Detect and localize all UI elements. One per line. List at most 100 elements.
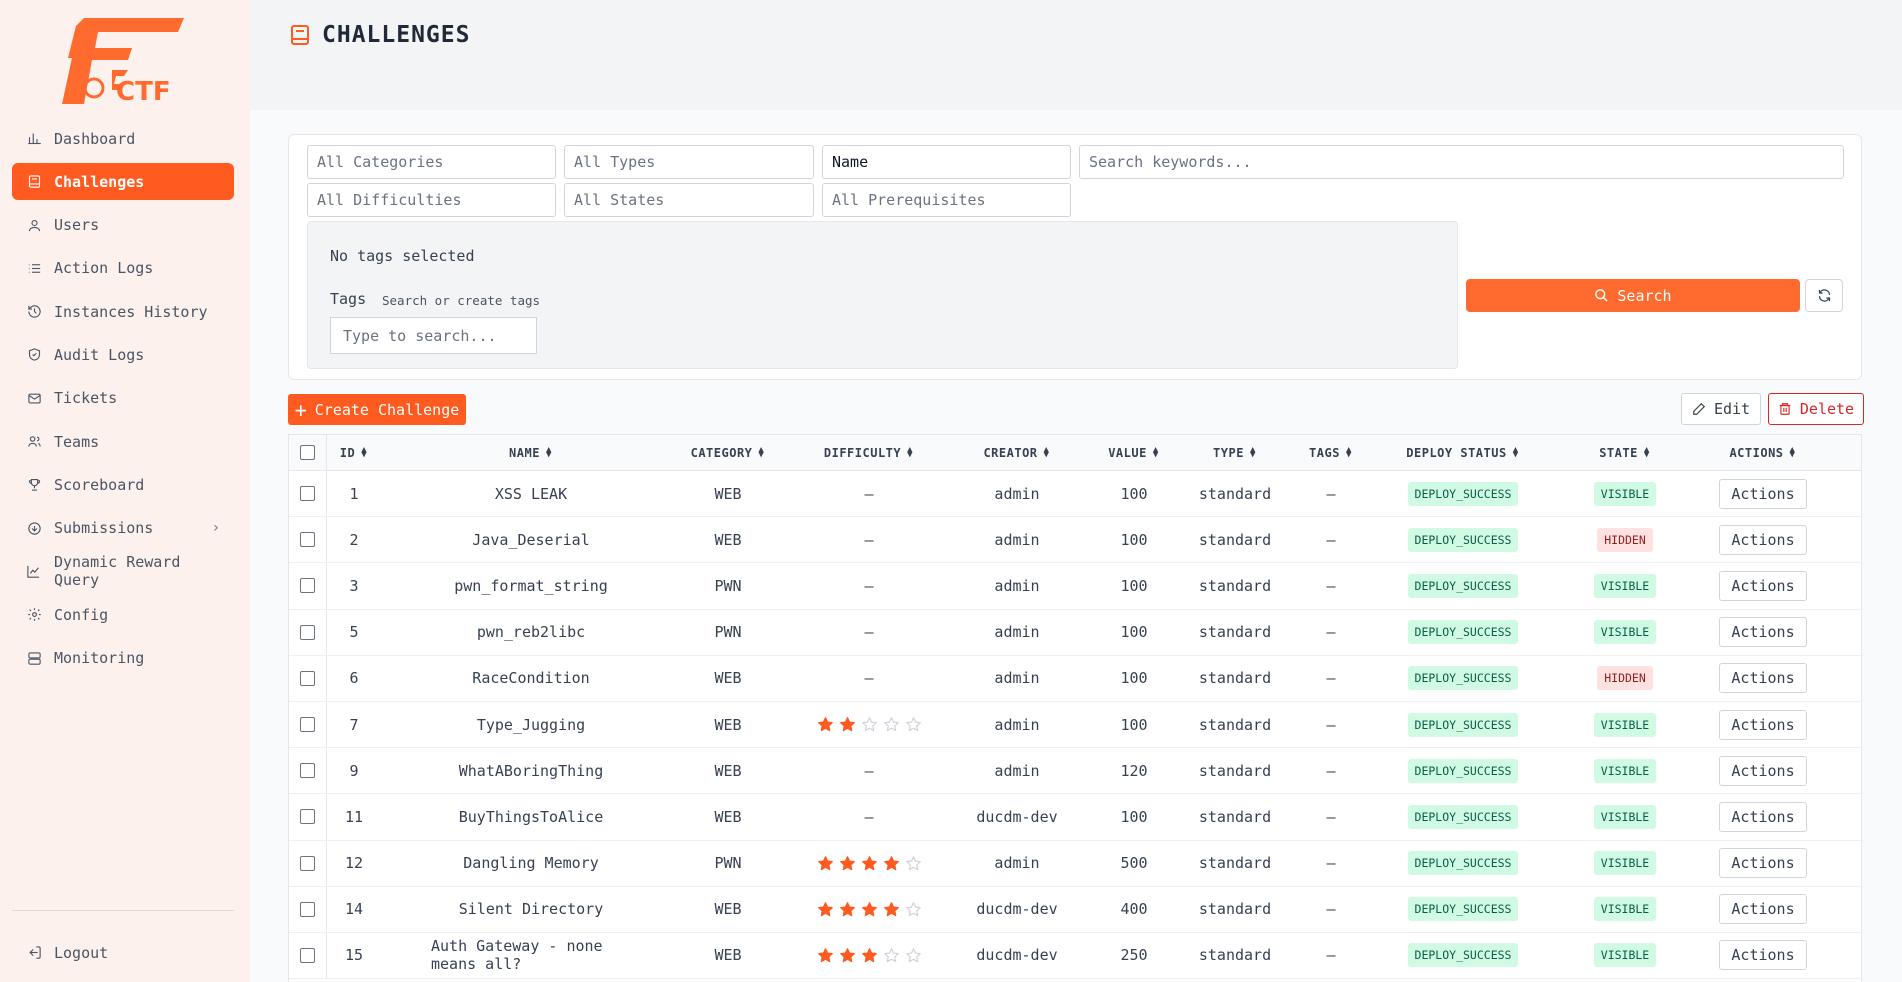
pencil-icon xyxy=(1693,402,1706,415)
actions-button[interactable]: Actions xyxy=(1719,570,1807,601)
deploy-status-badge: DEPLOY_SUCCESS xyxy=(1407,620,1519,645)
column-header-actions[interactable]: ACTIONS ▲ ▼ xyxy=(1683,435,1843,470)
difficulty-filter[interactable]: All Difficulties xyxy=(307,183,556,217)
sidebar-item-label: Teams xyxy=(54,432,100,451)
user-icon xyxy=(26,217,42,233)
actions-button[interactable]: Actions xyxy=(1719,663,1807,694)
table-row[interactable]: 9 WhatABoringThing WEB — admin 120 standard — DE… xyxy=(289,748,1861,795)
actions-button[interactable]: Actions xyxy=(1719,848,1807,879)
table-row[interactable]: 15 Auth Gateway - none means all? WEB ducdm… xyxy=(289,932,1861,980)
cell-tags: — xyxy=(1326,900,1336,919)
sidebar-item-dashboard[interactable]: Dashboard xyxy=(12,120,234,157)
column-header-name[interactable]: NAME ▲ ▼ xyxy=(451,435,611,470)
sort-icon: ▲ ▼ xyxy=(1043,444,1050,460)
sidebar-item-tickets[interactable]: Tickets xyxy=(12,380,234,417)
no-tags-text: No tags selected xyxy=(330,247,475,265)
table-row[interactable]: 6 RaceCondition WEB — admin 100 standard — DEPLO… xyxy=(289,655,1861,702)
cell-category: WEB xyxy=(714,946,742,965)
column-header-state[interactable]: STATE ▲ ▼ xyxy=(1545,435,1705,470)
sidebar-item-challenges[interactable]: Challenges xyxy=(12,163,234,201)
sort-icon: ▲ ▼ xyxy=(1345,444,1352,460)
table-row[interactable]: 3 pwn_format_string PWN — admin 100 standard — D… xyxy=(289,563,1861,610)
sidebar-item-monitoring[interactable]: Monitoring xyxy=(12,640,234,677)
sidebar-item-label: Instances History xyxy=(54,302,208,321)
sidebar-item-dynamic-reward-query[interactable]: Dynamic Reward Query xyxy=(12,553,234,590)
sidebar-item-users[interactable]: Users xyxy=(12,207,234,244)
actions-button[interactable]: Actions xyxy=(1719,755,1807,786)
sidebar-item-action-logs[interactable]: Action Logs xyxy=(12,250,234,287)
sidebar-item-config[interactable]: Config xyxy=(12,596,234,633)
logout-button[interactable]: Logout xyxy=(12,934,234,971)
sidebar-nav: Dashboard Challenges Users Action Logs Insta… xyxy=(12,120,234,683)
actions-button[interactable]: Actions xyxy=(1719,478,1807,509)
deploy-status-badge: DEPLOY_SUCCESS xyxy=(1407,804,1519,829)
category-filter[interactable]: All Categories xyxy=(307,145,556,179)
sidebar-item-instances-history[interactable]: Instances History xyxy=(12,293,234,330)
cell-name: pwn_reb2libc xyxy=(476,623,586,642)
cell-category: WEB xyxy=(714,715,742,734)
table-row[interactable]: 1 XSS LEAK WEB — admin 100 standard — DEPLOY_SUC… xyxy=(289,471,1861,518)
cell-tags: — xyxy=(1326,715,1336,734)
actions-button[interactable]: Actions xyxy=(1719,709,1807,740)
sidebar-item-label: Users xyxy=(54,216,100,235)
sidebar-item-scoreboard[interactable]: Scoreboard xyxy=(12,466,234,503)
search-button[interactable]: Search xyxy=(1466,279,1800,312)
cell-category: WEB xyxy=(714,484,742,503)
logout-icon xyxy=(26,945,42,961)
sidebar-item-audit-logs[interactable]: Audit Logs xyxy=(12,336,234,373)
cell-name: Silent Directory xyxy=(458,900,604,919)
column-header-deploy-status[interactable]: DEPLOY STATUS ▲ ▼ xyxy=(1383,435,1543,470)
column-header-label: STATE xyxy=(1599,445,1638,460)
actions-button[interactable]: Actions xyxy=(1719,801,1807,832)
table-row[interactable]: 7 Type_Jugging WEB admin 100 standard — DEPLOY_… xyxy=(289,701,1861,749)
table-row[interactable]: 14 Silent Directory WEB ducdm-dev 400 standar… xyxy=(289,886,1861,933)
fctf-logo[interactable]: CTF xyxy=(62,18,184,104)
trash-icon xyxy=(1779,403,1791,415)
circle-arrow-icon xyxy=(26,520,42,536)
actions-button[interactable]: Actions xyxy=(1719,524,1807,555)
actions-button[interactable]: Actions xyxy=(1719,940,1807,971)
sidebar-item-submissions[interactable]: Submissions › xyxy=(12,510,234,547)
sidebar-item-label: Tickets xyxy=(54,389,118,408)
column-header-label: CREATOR xyxy=(983,445,1038,460)
cell-id: 1 xyxy=(349,484,359,503)
edit-button[interactable]: Edit xyxy=(1681,393,1761,425)
delete-button[interactable]: Delete xyxy=(1768,393,1864,425)
state-filter[interactable]: All States xyxy=(564,183,814,217)
cell-tags: — xyxy=(1326,946,1336,965)
cell-tags: — xyxy=(1326,576,1336,595)
column-header-id[interactable]: ID ▲ ▼ xyxy=(289,435,434,470)
chevron-right-icon: › xyxy=(211,520,220,537)
table-row[interactable]: 11 BuyThingsToAlice WEB — ducdm-dev 100 standa… xyxy=(289,794,1861,841)
cell-name: Auth Gateway - none means all? xyxy=(431,937,603,974)
actions-button[interactable]: Actions xyxy=(1719,617,1807,648)
keywords-input[interactable]: Search keywords... xyxy=(1079,145,1844,179)
cell-creator: admin xyxy=(994,854,1040,873)
cell-id: 12 xyxy=(344,854,364,873)
search-field-select[interactable]: Name xyxy=(822,145,1071,179)
difficulty-empty: — xyxy=(864,484,874,503)
refresh-button[interactable] xyxy=(1805,279,1843,312)
tags-input[interactable]: Type to search... xyxy=(330,317,537,354)
column-header-category[interactable]: CATEGORY ▲ ▼ xyxy=(648,435,808,470)
table-row[interactable]: 2 Java_Deserial WEB — admin 100 standard — DEPLO… xyxy=(289,517,1861,564)
create-challenge-button[interactable]: + Create Challenge xyxy=(288,394,466,425)
sidebar-item-teams[interactable]: Teams xyxy=(12,423,234,460)
state-badge: VISIBLE xyxy=(1593,897,1657,922)
table-row[interactable]: 5 pwn_reb2libc PWN — admin 100 standard — DEPLOY… xyxy=(289,609,1861,656)
cell-tags: — xyxy=(1326,669,1336,688)
type-filter[interactable]: All Types xyxy=(564,145,814,179)
star-empty-icon xyxy=(883,948,899,963)
history-icon xyxy=(26,304,42,320)
mail-icon xyxy=(26,390,42,406)
prerequisites-filter[interactable]: All Prerequisites xyxy=(822,183,1071,217)
trophy-icon xyxy=(26,477,42,493)
column-header-difficulty[interactable]: DIFFICULTY ▲ ▼ xyxy=(789,435,949,470)
tags-hint: Search or create tags xyxy=(382,293,541,308)
table-row[interactable]: 12 Dangling Memory PWN admin 500 standard — DEP… xyxy=(289,840,1861,887)
actions-button[interactable]: Actions xyxy=(1719,894,1807,925)
state-badge: HIDDEN xyxy=(1597,666,1653,691)
cell-tags: — xyxy=(1326,623,1336,642)
deploy-status-badge: DEPLOY_SUCCESS xyxy=(1407,897,1519,922)
cell-id: 9 xyxy=(349,761,359,780)
